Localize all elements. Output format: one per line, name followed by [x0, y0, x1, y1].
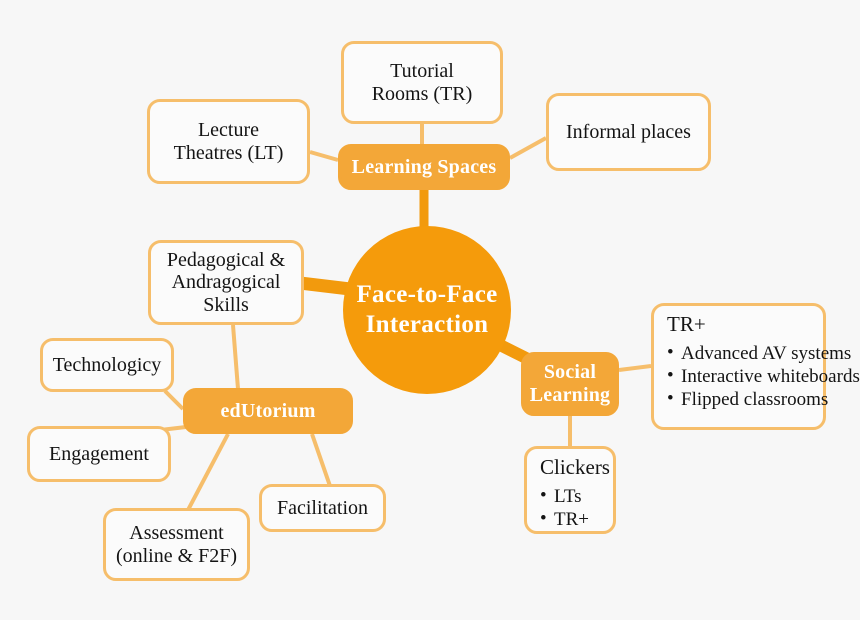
tr-plus-bullet-list: Advanced AV systems Interactive whiteboa…	[667, 342, 860, 412]
lecture-theatres-line1: Lecture	[197, 119, 260, 142]
informal-places-label: Informal places	[566, 120, 691, 143]
branch-node-edutorium[interactable]: edUtorium	[183, 388, 353, 434]
lecture-theatres-line2: Theatres (LT)	[173, 141, 284, 164]
branch-label-edutorium: edUtorium	[220, 399, 316, 422]
link-learning-spaces-informal-places	[509, 136, 547, 160]
skills-line3: Skills	[203, 293, 249, 316]
link-skills-edutorium	[231, 324, 240, 390]
list-item: Advanced AV systems	[667, 342, 860, 366]
tutorial-rooms-line1: Tutorial	[390, 60, 454, 83]
leaf-node-lecture-theatres[interactable]: Lecture Theatres (LT)	[147, 99, 310, 184]
link-social-learning-tr-plus	[618, 364, 652, 372]
engagement-label: Engagement	[49, 442, 149, 465]
mind-map-canvas: Face-to-Face Interaction Learning Spaces…	[0, 0, 860, 620]
assessment-line1: Assessment	[129, 522, 224, 545]
list-item: LTs	[540, 485, 589, 509]
link-edutorium-assessment	[186, 433, 230, 511]
hub-label-line1: Face-to-Face	[356, 281, 498, 308]
list-item: Interactive whiteboards	[667, 365, 860, 389]
list-item: TR+	[540, 508, 589, 532]
clickers-title: Clickers	[540, 455, 610, 479]
branch-label-learning-spaces: Learning Spaces	[351, 155, 497, 178]
leaf-node-informal-places[interactable]: Informal places	[546, 93, 711, 171]
leaf-node-tutorial-rooms[interactable]: Tutorial Rooms (TR)	[341, 41, 503, 124]
link-edutorium-facilitation	[310, 433, 332, 487]
hub-label-line2: Interaction	[365, 311, 489, 338]
clickers-bullet-list: LTs TR+	[540, 485, 589, 532]
tr-plus-title: TR+	[667, 312, 706, 336]
hub-node-face-to-face-interaction[interactable]: Face-to-Face Interaction	[343, 226, 511, 394]
list-item: Flipped classrooms	[667, 388, 860, 412]
skills-line2: Andragogical	[171, 271, 281, 294]
branch-node-social-learning[interactable]: Social Learning	[521, 352, 619, 416]
social-learning-line1: Social	[543, 361, 597, 384]
trunk-hub-to-skills	[293, 276, 357, 296]
technologicy-label: Technologicy	[52, 353, 162, 376]
branch-node-learning-spaces[interactable]: Learning Spaces	[338, 144, 510, 190]
link-learning-spaces-lecture-theatres	[309, 150, 339, 162]
social-learning-line2: Learning	[529, 384, 611, 406]
leaf-node-assessment[interactable]: Assessment (online & F2F)	[103, 508, 250, 581]
facilitation-label: Facilitation	[276, 496, 369, 519]
tutorial-rooms-line2: Rooms (TR)	[371, 82, 473, 105]
leaf-node-facilitation[interactable]: Facilitation	[259, 484, 386, 532]
leaf-node-technologicy[interactable]: Technologicy	[40, 338, 174, 392]
assessment-line2: (online & F2F)	[115, 544, 238, 567]
link-edutorium-technologicy	[163, 389, 185, 411]
skills-line1: Pedagogical &	[166, 248, 286, 271]
leaf-node-clickers[interactable]: Clickers LTs TR+	[524, 446, 616, 534]
leaf-node-engagement[interactable]: Engagement	[27, 426, 171, 482]
leaf-node-pedagogical-andragogical-skills[interactable]: Pedagogical & Andragogical Skills	[148, 240, 304, 325]
leaf-node-tr-plus[interactable]: TR+ Advanced AV systems Interactive whit…	[651, 303, 860, 430]
